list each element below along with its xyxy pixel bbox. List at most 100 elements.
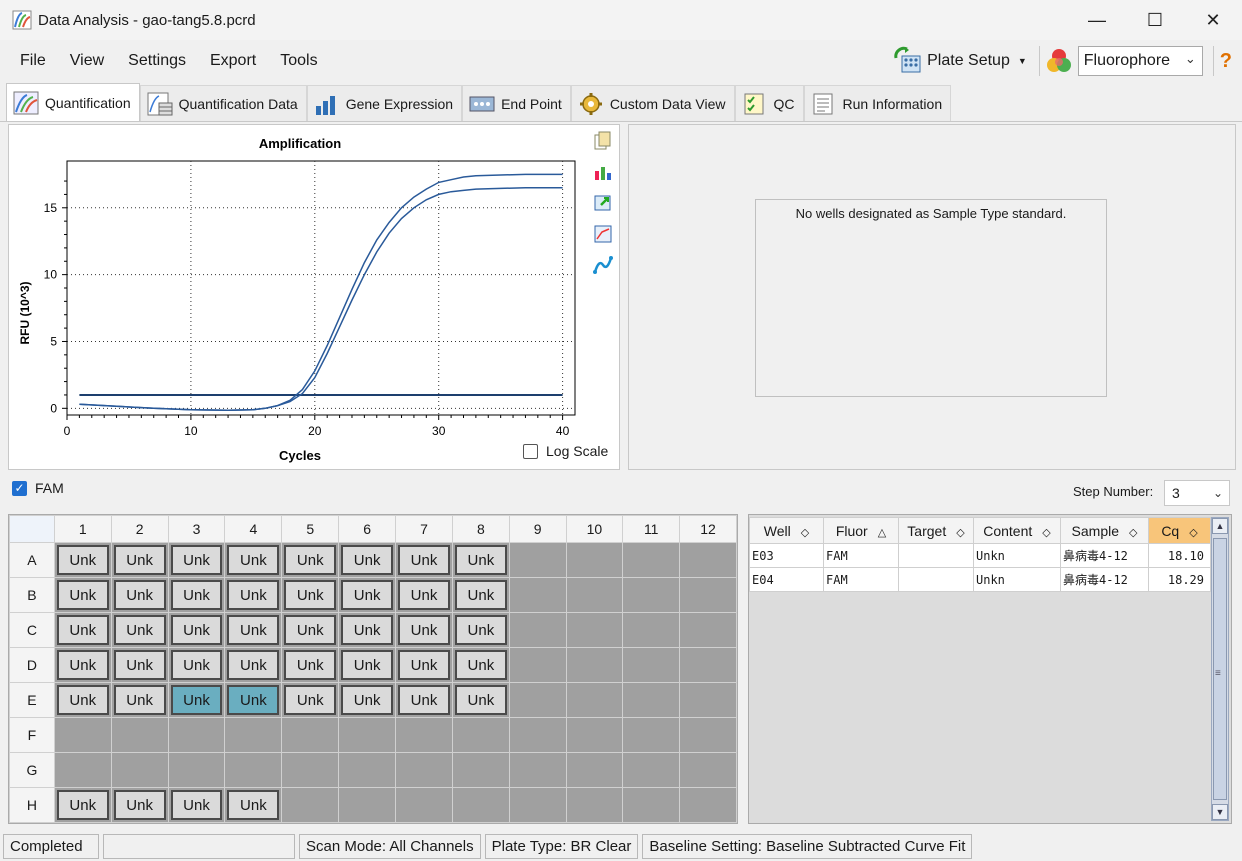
plate-well[interactable]	[508, 787, 567, 823]
results-scrollbar[interactable]: ▲ ≡ ▼	[1211, 517, 1229, 821]
plate-well[interactable]: Unk	[110, 682, 169, 718]
col-header-sample[interactable]: Sample ◇	[1060, 517, 1149, 544]
scroll-up-icon[interactable]: ▲	[1212, 518, 1228, 534]
plate-well[interactable]	[508, 647, 567, 683]
plate-well[interactable]	[679, 577, 737, 613]
dye-palette-icon[interactable]	[1044, 46, 1074, 76]
plate-column-header[interactable]: 11	[622, 515, 681, 543]
plate-well[interactable]	[679, 787, 737, 823]
plate-well[interactable]	[395, 787, 453, 823]
plate-well[interactable]: Unk	[395, 612, 453, 648]
plate-column-header[interactable]: 3	[167, 515, 226, 543]
plate-well[interactable]: Unk	[338, 647, 397, 683]
plate-well[interactable]	[622, 612, 681, 648]
export-image-icon[interactable]	[593, 193, 613, 213]
table-row[interactable]: E03 FAM Unkn 鼻病毒4-12 18.10	[749, 543, 1211, 568]
plate-well[interactable]	[679, 717, 737, 753]
plate-well[interactable]	[508, 682, 567, 718]
plate-well[interactable]: Unk	[167, 577, 226, 613]
plate-well[interactable]	[622, 752, 681, 788]
plate-well[interactable]: Unk	[53, 542, 112, 578]
plate-well[interactable]: Unk	[281, 682, 340, 718]
plate-row-header[interactable]: H	[9, 787, 55, 823]
plate-well[interactable]	[565, 787, 624, 823]
plate-well[interactable]	[622, 717, 681, 753]
plate-well[interactable]	[167, 717, 226, 753]
plate-well[interactable]	[679, 542, 737, 578]
plate-well[interactable]	[338, 717, 397, 753]
help-icon[interactable]: ?	[1220, 50, 1232, 73]
plate-well[interactable]: Unk	[167, 542, 226, 578]
close-button[interactable]: ✕	[1184, 0, 1242, 40]
plate-well[interactable]	[451, 752, 510, 788]
step-number-select[interactable]: 3 ⌄	[1164, 480, 1230, 506]
plate-well[interactable]	[53, 717, 112, 753]
plate-well[interactable]: Unk	[224, 612, 283, 648]
fluorophore-select[interactable]: Fluorophore ⌄	[1077, 46, 1203, 76]
plate-well[interactable]: Unk	[281, 542, 340, 578]
plate-well[interactable]: Unk	[281, 647, 340, 683]
plate-well[interactable]	[508, 577, 567, 613]
tab-quantification[interactable]: Quantification	[6, 83, 140, 121]
chart-options-icon[interactable]	[593, 162, 613, 182]
copy-icon[interactable]	[593, 131, 613, 151]
plate-row-header[interactable]: G	[9, 752, 55, 788]
plate-well[interactable]	[565, 542, 624, 578]
plate-well[interactable]: Unk	[110, 612, 169, 648]
plate-well[interactable]	[338, 787, 397, 823]
plate-well[interactable]: Unk	[224, 682, 283, 718]
plate-well[interactable]	[451, 717, 510, 753]
plate-well[interactable]: Unk	[338, 612, 397, 648]
fam-checkbox[interactable]: ✓	[12, 480, 27, 496]
fam-toggle[interactable]: ✓ FAM	[12, 480, 64, 496]
plate-well[interactable]	[679, 682, 737, 718]
minimize-button[interactable]: —	[1068, 0, 1126, 40]
plate-well[interactable]: Unk	[53, 787, 112, 823]
plate-well[interactable]: Unk	[110, 787, 169, 823]
plate-column-header[interactable]: 1	[53, 515, 112, 543]
plate-well[interactable]: Unk	[110, 577, 169, 613]
plate-column-header[interactable]: 5	[281, 515, 340, 543]
plate-row-header[interactable]: E	[9, 682, 55, 718]
plate-well[interactable]	[53, 752, 112, 788]
menu-export[interactable]: Export	[198, 52, 268, 70]
plate-well[interactable]: Unk	[451, 612, 510, 648]
col-header-content[interactable]: Content ◇	[973, 517, 1061, 544]
log-scale-toggle[interactable]: Log Scale	[523, 443, 608, 459]
plate-well[interactable]: Unk	[281, 612, 340, 648]
plate-well[interactable]: Unk	[224, 577, 283, 613]
plate-well[interactable]	[167, 752, 226, 788]
zoom-chart-icon[interactable]	[593, 224, 613, 244]
plate-well[interactable]: Unk	[53, 612, 112, 648]
plate-row-header[interactable]: F	[9, 717, 55, 753]
plate-well[interactable]	[622, 787, 681, 823]
tab-custom-data-view[interactable]: Custom Data View	[570, 85, 735, 121]
menu-tools[interactable]: Tools	[268, 52, 329, 70]
plate-well[interactable]	[565, 577, 624, 613]
plate-well[interactable]	[281, 752, 340, 788]
select-all-corner[interactable]	[9, 515, 55, 543]
plate-row-header[interactable]: A	[9, 542, 55, 578]
col-header-cq[interactable]: Cq ◇	[1148, 517, 1211, 544]
plate-well[interactable]	[110, 717, 169, 753]
plate-well[interactable]	[565, 647, 624, 683]
menu-settings[interactable]: Settings	[116, 52, 198, 70]
plate-well[interactable]: Unk	[395, 647, 453, 683]
plate-well[interactable]	[508, 542, 567, 578]
plate-column-header[interactable]: 9	[508, 515, 567, 543]
plate-well[interactable]	[508, 612, 567, 648]
plate-well[interactable]: Unk	[224, 542, 283, 578]
curve-settings-icon[interactable]	[593, 255, 613, 275]
plate-well[interactable]	[622, 577, 681, 613]
plate-well[interactable]: Unk	[167, 787, 226, 823]
plate-well[interactable]: Unk	[451, 647, 510, 683]
plate-well[interactable]	[622, 542, 681, 578]
plate-well[interactable]: Unk	[281, 577, 340, 613]
col-header-well[interactable]: Well ◇	[749, 517, 824, 544]
plate-well[interactable]: Unk	[167, 612, 226, 648]
log-scale-checkbox[interactable]	[523, 443, 538, 459]
plate-well[interactable]: Unk	[451, 682, 510, 718]
plate-well[interactable]	[281, 717, 340, 753]
plate-well[interactable]	[508, 717, 567, 753]
plate-column-header[interactable]: 10	[565, 515, 624, 543]
